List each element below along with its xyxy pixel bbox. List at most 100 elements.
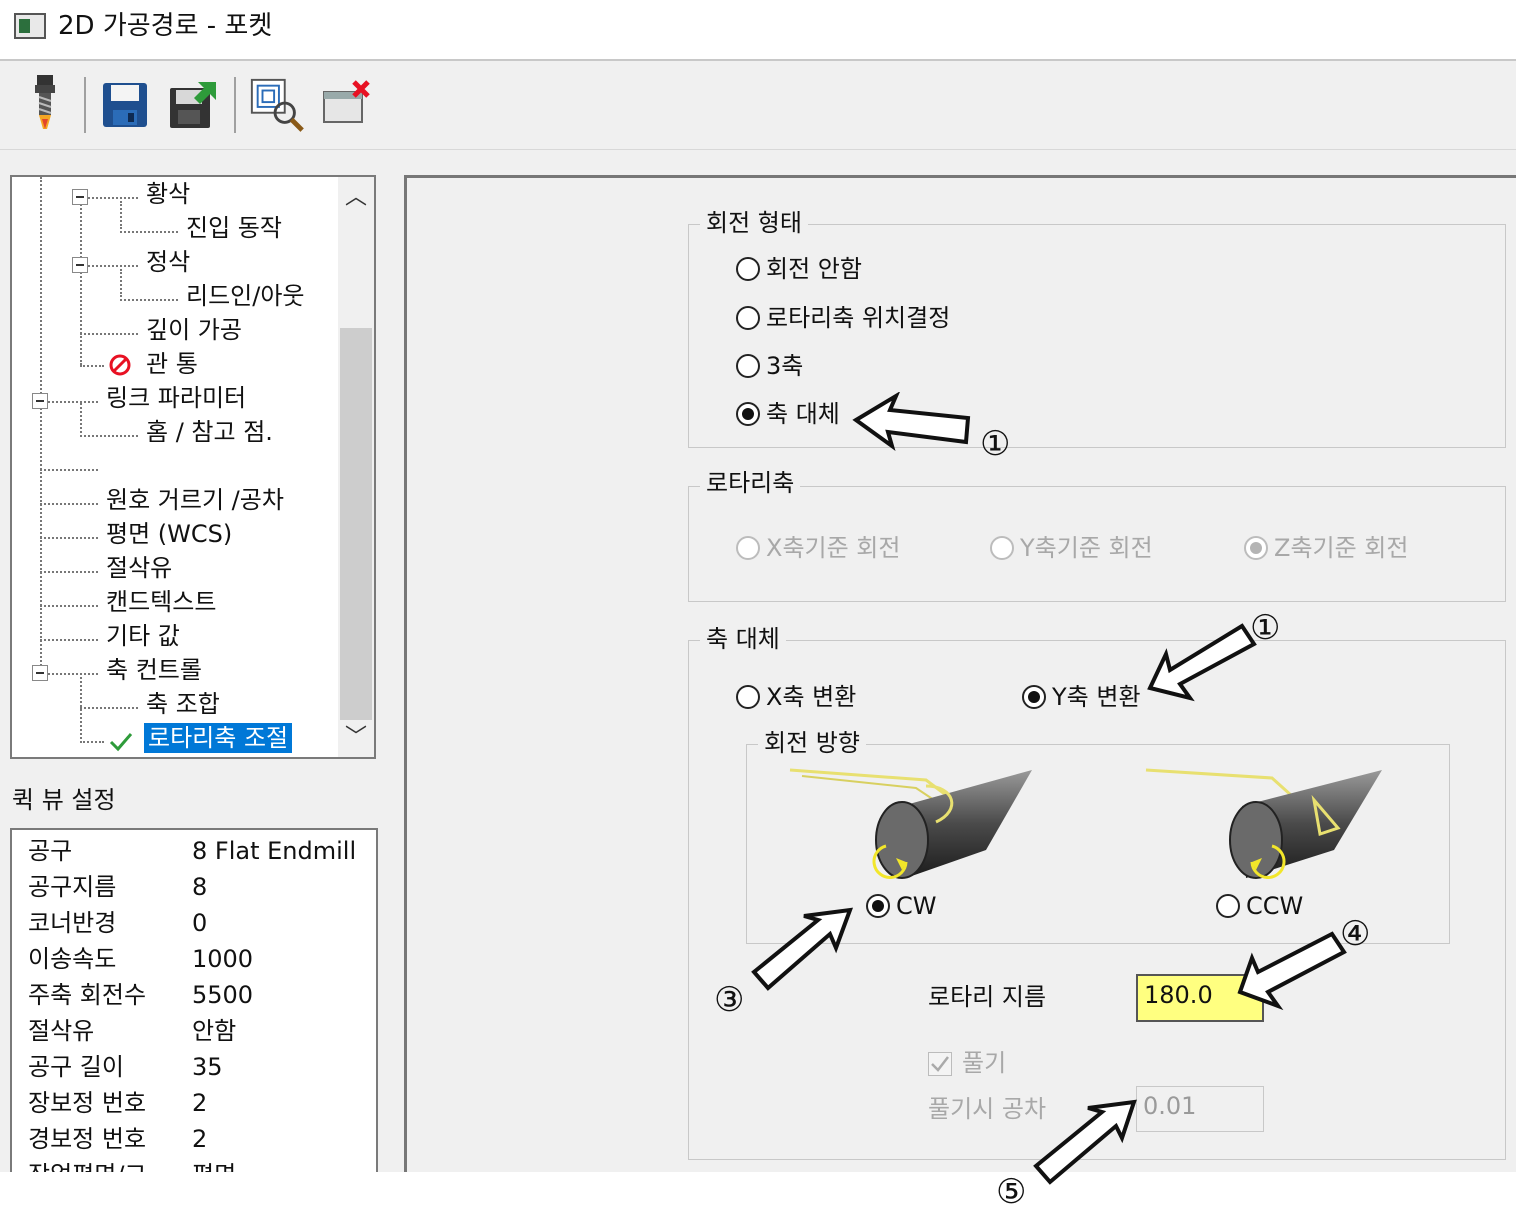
- tree-line: [120, 299, 178, 301]
- tree-item-entry-motion[interactable]: 진입 동작: [186, 213, 282, 243]
- tree-item-canned-text[interactable]: 캔드텍스트: [106, 587, 216, 617]
- qv-key: 공구: [28, 837, 73, 865]
- unwrap-tolerance-input: 0.01: [1136, 1086, 1264, 1132]
- radio-label: CCW: [1246, 892, 1304, 920]
- radio-no-rotation[interactable]: 회전 안함: [736, 254, 862, 284]
- qv-value: 8 Flat Endmill: [192, 837, 357, 865]
- tree-item-roughing[interactable]: 황삭: [146, 179, 190, 209]
- annotation-arrow-icon: [1232, 930, 1352, 1018]
- collapse-icon[interactable]: [72, 189, 88, 205]
- radio-y-axis-rotation: Y축기준 회전: [990, 533, 1153, 563]
- annotation-arrow-icon: [1144, 618, 1260, 712]
- annotation-arrow-icon: [852, 391, 976, 456]
- tree-scrollbar-thumb[interactable]: [340, 328, 372, 720]
- tree-line: [48, 401, 98, 403]
- radio-label: X축기준 회전: [766, 534, 901, 562]
- radio-x-axis-substitution[interactable]: X축 변환: [736, 682, 856, 712]
- radio-circle-selected[interactable]: [1022, 685, 1046, 709]
- tree-line: [80, 365, 104, 367]
- radio-label: 축 대체: [766, 400, 840, 428]
- rotary-diameter-label: 로타리 지름: [928, 983, 1047, 1011]
- radio-y-axis-substitution[interactable]: Y축 변환: [1022, 682, 1141, 712]
- tree-item-home-ref-points[interactable]: 홈 / 참고 점.: [146, 417, 273, 447]
- radio-circle[interactable]: [736, 257, 760, 281]
- tree-line: [88, 197, 138, 199]
- radio-circle: [990, 536, 1014, 560]
- tree-line: [80, 707, 138, 709]
- callout-number: ④: [1340, 914, 1371, 954]
- qv-value: 35: [192, 1053, 223, 1081]
- scroll-up-icon[interactable]: ︿: [340, 180, 372, 216]
- tree-item-arc-filter-tolerance[interactable]: 원호 거르기 /공차: [106, 485, 284, 515]
- tree-line: [80, 741, 104, 743]
- bottom-margin: [0, 1172, 1516, 1218]
- collapse-icon[interactable]: [32, 393, 48, 409]
- tree-line: [80, 403, 82, 433]
- preview-icon[interactable]: [248, 73, 306, 137]
- tree-item-depth-cuts[interactable]: 깊이 가공: [146, 315, 242, 345]
- close-window-icon[interactable]: [318, 73, 376, 137]
- tree-line: [48, 673, 98, 675]
- radio-circle-selected[interactable]: [866, 894, 890, 918]
- unwrap-checkbox: [928, 1052, 952, 1076]
- rotation-direction-title: 회전 방향: [758, 728, 866, 758]
- radio-label: X축 변환: [766, 683, 857, 711]
- tree-line: [40, 537, 98, 539]
- quick-view-title: 퀵 뷰 설정: [12, 786, 116, 814]
- radio-circle[interactable]: [1216, 894, 1240, 918]
- tree-line: [40, 503, 98, 505]
- radio-cw[interactable]: CW: [866, 891, 937, 921]
- qv-value: 2: [192, 1125, 208, 1153]
- radio-ccw[interactable]: CCW: [1216, 891, 1303, 921]
- callout-number: ①: [1250, 608, 1281, 648]
- tree-line: [80, 333, 138, 335]
- tree-item-planes-wcs[interactable]: 평면 (WCS): [106, 519, 232, 549]
- tree-item-axis-control[interactable]: 축 컨트롤: [106, 655, 202, 685]
- tree-item-finishing[interactable]: 정삭: [146, 247, 190, 277]
- qv-key: 코너반경: [28, 909, 117, 937]
- quick-view-panel: 공구 8 Flat Endmill 공구지름 8 코너반경 0 이송속도 100…: [10, 828, 378, 1189]
- disabled-icon: [108, 353, 132, 381]
- tree-item-coolant[interactable]: 절삭유: [106, 553, 172, 583]
- tree-item-axis-combination[interactable]: 축 조합: [146, 689, 220, 719]
- radio-label: Z축기준 회전: [1274, 534, 1409, 562]
- radio-circle: [736, 536, 760, 560]
- tree-line: [120, 201, 122, 229]
- toolbar: [0, 61, 1516, 150]
- tree-line: [40, 605, 98, 607]
- radio-axis-substitution[interactable]: 축 대체: [736, 399, 840, 429]
- callout-number: ③: [714, 980, 745, 1020]
- radio-3-axis[interactable]: 3축: [736, 351, 803, 381]
- tree-item-break-through[interactable]: 관 통: [146, 349, 198, 379]
- rotary-axis-title: 로타리축: [700, 468, 801, 498]
- collapse-icon[interactable]: [32, 665, 48, 681]
- radio-circle[interactable]: [736, 306, 760, 330]
- radio-circle[interactable]: [736, 354, 760, 378]
- tree-line: [120, 231, 178, 233]
- tree-item-rotary-axis-control[interactable]: 로타리축 조절: [144, 723, 293, 753]
- radio-circle-selected: [1244, 536, 1268, 560]
- scroll-down-icon[interactable]: ﹀: [340, 720, 372, 756]
- tree-item-misc-values[interactable]: 기타 값: [106, 621, 180, 651]
- tree-line: [88, 265, 138, 267]
- tree-item-lead-in-out[interactable]: 리드인/아웃: [186, 281, 305, 311]
- save-as-icon[interactable]: [164, 73, 222, 137]
- radio-label: CW: [896, 892, 937, 920]
- tree-item-linking-parameters[interactable]: 링크 파라미터: [106, 383, 246, 413]
- toolbar-separator: [84, 77, 86, 133]
- radio-circle[interactable]: [736, 685, 760, 709]
- radio-rotary-positioning[interactable]: 로타리축 위치결정: [736, 303, 950, 333]
- tool-icon[interactable]: [16, 73, 74, 137]
- parameter-tree[interactable]: 황삭 진입 동작 정삭 리드인/아웃 깊이 가공 관 통 링크 파라미터 홈 /…: [10, 175, 376, 759]
- radio-label: 회전 안함: [766, 255, 862, 283]
- tree-line: [120, 269, 122, 297]
- collapse-icon[interactable]: [72, 257, 88, 273]
- toolbar-separator: [234, 77, 236, 133]
- qv-key: 절삭유: [28, 1017, 95, 1045]
- tree-line: [40, 639, 98, 641]
- radio-circle-selected[interactable]: [736, 402, 760, 426]
- radio-z-axis-rotation: Z축기준 회전: [1244, 533, 1408, 563]
- save-icon[interactable]: [96, 73, 154, 137]
- tree-line: [40, 571, 98, 573]
- tree-line: [40, 469, 98, 471]
